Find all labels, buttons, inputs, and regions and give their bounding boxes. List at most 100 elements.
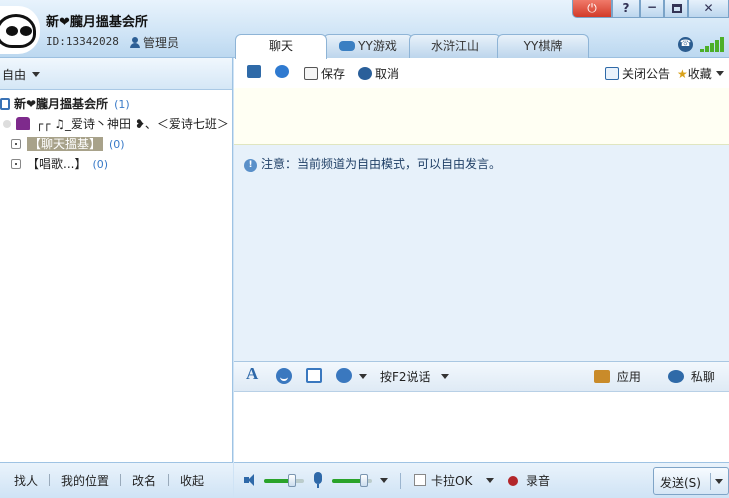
- karaoke-checkbox[interactable]: [414, 474, 426, 486]
- karaoke-label: 卡拉OK: [431, 474, 473, 488]
- format-icon: [275, 65, 289, 78]
- role-label: 管理员: [143, 36, 180, 50]
- emoji-button[interactable]: [276, 368, 292, 387]
- divider: [120, 474, 121, 486]
- record-label[interactable]: 录音: [526, 472, 550, 489]
- collapse-link[interactable]: 收起: [180, 472, 204, 489]
- favorite-label: 收藏: [687, 67, 712, 81]
- speak-mode-dropdown[interactable]: 按F2说话: [380, 368, 449, 385]
- signal-icon: [698, 37, 728, 52]
- user-icon: [130, 37, 140, 48]
- effects-icon: [336, 368, 352, 383]
- chevron-down-icon: [715, 71, 724, 76]
- favorite-button[interactable]: ★收藏: [677, 65, 724, 82]
- chat-bubble-icon: [668, 370, 684, 383]
- voice-footer: 卡拉OK 录音 发送(S): [234, 462, 729, 498]
- subchannel-label: 【聊天搵基】: [27, 137, 104, 151]
- chevron-down-icon[interactable]: [380, 478, 388, 483]
- power-button[interactable]: ⏻: [572, 0, 612, 18]
- microphone-icon[interactable]: [314, 472, 322, 488]
- rename-link[interactable]: 改名: [132, 472, 156, 489]
- send-button[interactable]: 发送(S): [653, 467, 729, 495]
- phone-icon[interactable]: ☎: [678, 37, 693, 52]
- announcement-icon: [605, 67, 619, 80]
- help-button[interactable]: ?: [612, 0, 640, 18]
- edit-announcement-button[interactable]: [247, 65, 264, 79]
- expand-icon[interactable]: [11, 139, 21, 149]
- slider-knob[interactable]: [360, 474, 368, 487]
- tab-chat[interactable]: 聊天: [235, 34, 327, 59]
- chevron-down-icon[interactable]: [486, 478, 494, 483]
- channel-logo[interactable]: [0, 6, 40, 54]
- tree-subchannel-sing[interactable]: 【唱歌...】 (0): [11, 155, 108, 173]
- tab-shuihu[interactable]: 水浒江山: [409, 34, 501, 58]
- announcement-area[interactable]: [234, 88, 729, 145]
- user-role: 管理员: [130, 34, 179, 51]
- root-channel-label: 新❤朧月搵基会所: [14, 97, 109, 111]
- user-nickname: ┌┌ ♫_爱诗丶神田 ❥、＜爱诗七班＞: [36, 117, 229, 131]
- slider-knob[interactable]: [288, 474, 296, 487]
- help-icon: ?: [622, 1, 630, 15]
- tab-yy-games[interactable]: YY游戏: [323, 34, 413, 58]
- message-input[interactable]: [234, 392, 729, 462]
- font-icon[interactable]: A: [246, 364, 258, 384]
- channel-tree-panel: 自由 新❤朧月搵基会所 (1) ┌┌ ♫_爱诗丶神田 ❥、＜爱诗七班＞ 【聊天搵基…: [0, 58, 233, 462]
- title-bar: 新❤朧月搵基会所 ID:13342028 管理员 ⏻ ? − ✕ ☎ 聊天 YY…: [0, 0, 729, 59]
- close-circle-icon: [358, 67, 372, 80]
- chevron-down-icon: [32, 72, 41, 77]
- divider: [168, 474, 169, 486]
- format-button[interactable]: [275, 65, 292, 79]
- apps-button[interactable]: 应用: [594, 368, 641, 385]
- tree-subchannel-chat[interactable]: 【聊天搵基】 (0): [11, 135, 125, 153]
- save-button[interactable]: 保存: [304, 65, 345, 82]
- mic-volume-slider[interactable]: [332, 474, 372, 487]
- screenshot-icon: [306, 368, 322, 383]
- close-announcement-label: 关闭公告: [622, 67, 671, 81]
- speak-mode-label: 按F2说话: [380, 370, 431, 384]
- info-icon: !: [244, 159, 257, 172]
- status-dot-icon: [3, 120, 11, 128]
- input-toolbar: A 按F2说话 应用 私聊: [234, 362, 729, 392]
- tab-label: 聊天: [268, 39, 293, 53]
- expand-icon[interactable]: [11, 159, 21, 169]
- minimize-button[interactable]: −: [640, 0, 664, 18]
- maximize-icon: [672, 4, 682, 13]
- tree-root-channel[interactable]: 新❤朧月搵基会所 (1): [0, 95, 130, 113]
- close-icon: ✕: [703, 1, 714, 15]
- my-location-link[interactable]: 我的位置: [61, 472, 109, 489]
- member-count: (0): [92, 158, 109, 171]
- smiley-icon: [276, 368, 292, 384]
- effects-button[interactable]: [336, 368, 367, 384]
- maximize-button[interactable]: [664, 0, 688, 18]
- notice-text: 注意：当前频道为自由模式，可以自由发言。: [261, 157, 502, 171]
- record-icon[interactable]: [508, 476, 518, 486]
- speaker-volume-slider[interactable]: [264, 474, 304, 487]
- private-chat-button[interactable]: 私聊: [668, 368, 715, 385]
- tab-label: YY游戏: [358, 39, 397, 53]
- system-notice: ! 注意：当前频道为自由模式，可以自由发言。: [244, 155, 501, 172]
- chevron-down-icon[interactable]: [715, 479, 723, 484]
- mode-selector[interactable]: 自由: [0, 58, 232, 90]
- speaker-icon[interactable]: [244, 473, 258, 487]
- private-chat-label: 私聊: [690, 370, 715, 384]
- divider: [400, 473, 401, 489]
- screenshot-button[interactable]: [306, 368, 325, 384]
- member-count: (1): [114, 98, 130, 111]
- cancel-button[interactable]: 取消: [358, 65, 399, 82]
- tree-user[interactable]: ┌┌ ♫_爱诗丶神田 ❥、＜爱诗七班＞: [3, 115, 229, 133]
- star-icon: ★: [677, 67, 688, 81]
- send-label: 发送(S): [660, 476, 701, 490]
- tab-label: YY棋牌: [523, 39, 563, 53]
- chat-message-area[interactable]: ! 注意：当前频道为自由模式，可以自由发言。: [234, 145, 729, 362]
- channel-name: 新❤朧月搵基会所: [46, 15, 148, 30]
- close-announcement-button[interactable]: 关闭公告: [605, 65, 670, 82]
- channel-id: ID:13342028: [46, 35, 119, 48]
- close-button[interactable]: ✕: [688, 0, 729, 18]
- chevron-down-icon: [440, 374, 449, 379]
- find-user-link[interactable]: 找人: [14, 472, 38, 489]
- subchannel-label: 【唱歌...】: [27, 157, 87, 171]
- tab-yy-chess[interactable]: YY棋牌: [497, 34, 589, 58]
- power-icon: ⏻: [587, 1, 597, 15]
- minimize-icon: −: [646, 0, 658, 14]
- apps-label: 应用: [616, 370, 641, 384]
